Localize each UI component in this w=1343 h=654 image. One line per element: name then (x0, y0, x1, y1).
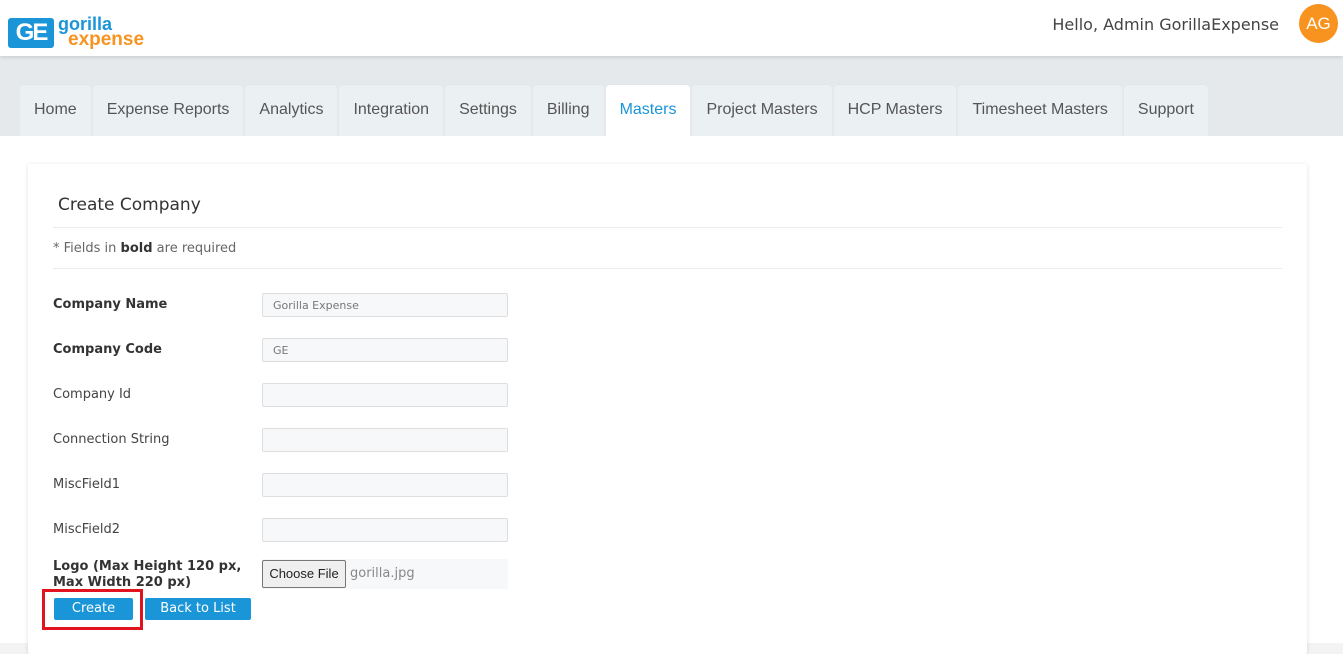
company-name-input[interactable] (262, 293, 508, 317)
company-name-label: Company Name (53, 297, 168, 312)
required-note-suffix: are required (152, 241, 237, 256)
tab-hcp-masters[interactable]: HCP Masters (833, 84, 957, 136)
tab-integration[interactable]: Integration (339, 84, 444, 136)
note-divider (53, 268, 1282, 269)
tab-billing[interactable]: Billing (532, 84, 604, 136)
user-avatar[interactable]: AG (1299, 4, 1338, 43)
gorilla-expense-logo[interactable]: GE gorilla expense (8, 14, 168, 54)
logo-mark-icon: GE (8, 18, 54, 48)
title-divider (53, 227, 1282, 228)
user-greeting: Hello, Admin GorillaExpense (1052, 15, 1279, 34)
logo-word-expense: expense (68, 29, 145, 50)
miscfield2-input[interactable] (262, 518, 508, 542)
tab-settings[interactable]: Settings (445, 84, 531, 136)
logo-label: Logo (Max Height 120 px, Max Width 220 p… (53, 559, 242, 590)
back-to-list-button[interactable]: Back to List (145, 598, 251, 620)
main-nav: Home Expense Reports Analytics Integrati… (0, 56, 1343, 136)
choose-file-button[interactable]: Choose File (262, 560, 346, 588)
tab-home[interactable]: Home (20, 84, 91, 136)
company-code-label: Company Code (53, 342, 162, 357)
company-id-input[interactable] (262, 383, 508, 407)
required-note-prefix: * Fields in (53, 241, 121, 256)
tab-masters[interactable]: Masters (605, 84, 691, 136)
miscfield1-input[interactable] (262, 473, 508, 497)
connection-string-input[interactable] (262, 428, 508, 452)
miscfield2-label: MiscField2 (53, 522, 121, 537)
top-header: GE gorilla expense Hello, Admin GorillaE… (0, 0, 1343, 56)
tab-analytics[interactable]: Analytics (245, 84, 338, 136)
miscfield1-label: MiscField1 (53, 477, 121, 492)
required-fields-note: * Fields in bold are required (53, 240, 236, 258)
create-company-card: Create Company * Fields in bold are requ… (28, 164, 1307, 654)
company-code-input[interactable] (262, 338, 508, 362)
connection-string-label: Connection String (53, 432, 170, 447)
selected-file-name: gorilla.jpg (350, 566, 415, 581)
tab-timesheet-masters[interactable]: Timesheet Masters (958, 84, 1122, 136)
tab-project-masters[interactable]: Project Masters (692, 84, 832, 136)
required-note-bold: bold (120, 241, 153, 256)
create-button[interactable]: Create (54, 598, 133, 620)
page-title: Create Company (58, 195, 201, 215)
logo-file-picker: Choose File gorilla.jpg (262, 559, 508, 589)
nav-tabs: Home Expense Reports Analytics Integrati… (20, 84, 1210, 136)
company-id-label: Company Id (53, 387, 132, 402)
tab-expense-reports[interactable]: Expense Reports (92, 84, 244, 136)
tab-support[interactable]: Support (1123, 84, 1208, 136)
